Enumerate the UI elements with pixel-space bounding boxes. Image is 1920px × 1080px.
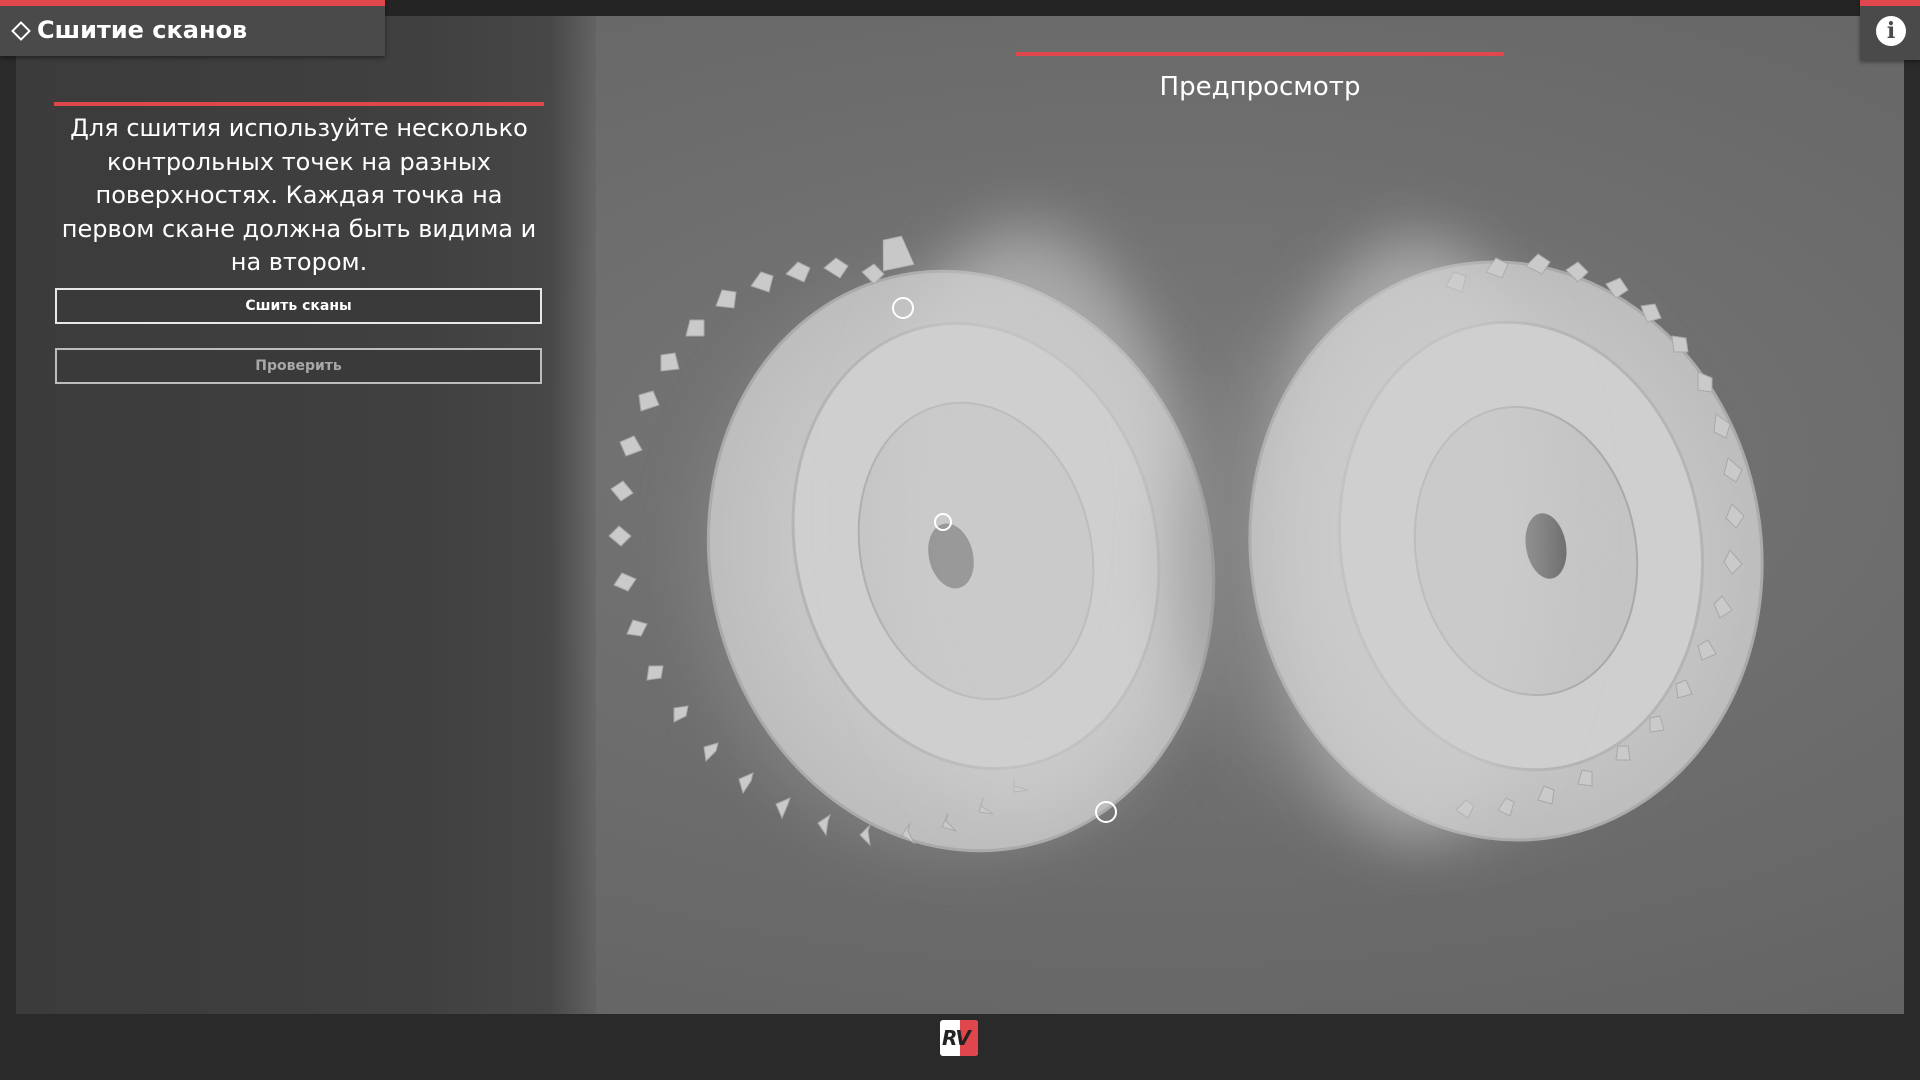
instructions-text: Для сшития используйте несколько контрол… [61, 114, 537, 276]
scan-1-gear [608, 226, 1216, 856]
rv-logo-icon[interactable]: RV [940, 1020, 978, 1056]
diamond-icon [11, 21, 31, 41]
stitch-panel: Для сшития используйте несколько контрол… [16, 16, 596, 1014]
panel-title: Сшитие сканов [37, 16, 248, 44]
info-icon: i [1876, 16, 1906, 46]
preview-viewport[interactable]: Для сшития используйте несколько контрол… [16, 16, 1904, 1014]
panel-title-tab[interactable]: Сшитие сканов [0, 0, 385, 56]
scan-2-gear [1176, 236, 1764, 846]
verify-button[interactable]: Проверить [55, 348, 542, 384]
instructions-accent [54, 102, 544, 106]
preview-accent [1016, 52, 1504, 56]
stitch-scans-button[interactable]: Сшить сканы [55, 288, 542, 324]
info-button[interactable]: i [1860, 0, 1920, 60]
logo-text: RV [942, 1026, 971, 1050]
preview-label: Предпросмотр [1159, 72, 1361, 102]
